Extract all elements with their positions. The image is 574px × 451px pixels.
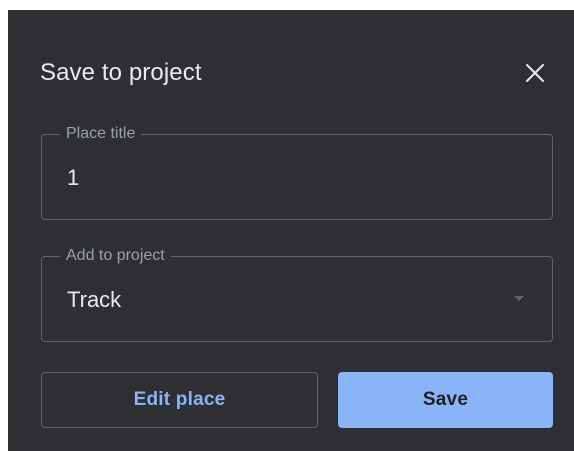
save-button[interactable]: Save xyxy=(338,372,553,428)
dropdown-arrow-icon[interactable] xyxy=(514,296,524,301)
edit-place-button[interactable]: Edit place xyxy=(41,372,318,428)
place-title-label: Place title xyxy=(60,125,142,143)
add-to-project-select[interactable]: Add to project Track xyxy=(41,247,553,342)
close-icon xyxy=(526,64,544,82)
dialog-header: Save to project xyxy=(40,56,554,92)
save-to-project-dialog: Save to project Place title 1 Add to pro… xyxy=(8,10,574,451)
place-title-field[interactable]: Place title 1 xyxy=(41,125,553,220)
selected-project-value: Track xyxy=(67,287,122,312)
dialog-title: Save to project xyxy=(40,59,202,86)
place-title-input[interactable]: 1 xyxy=(67,164,79,192)
close-button[interactable] xyxy=(520,58,550,88)
add-to-project-label: Add to project xyxy=(60,247,171,265)
